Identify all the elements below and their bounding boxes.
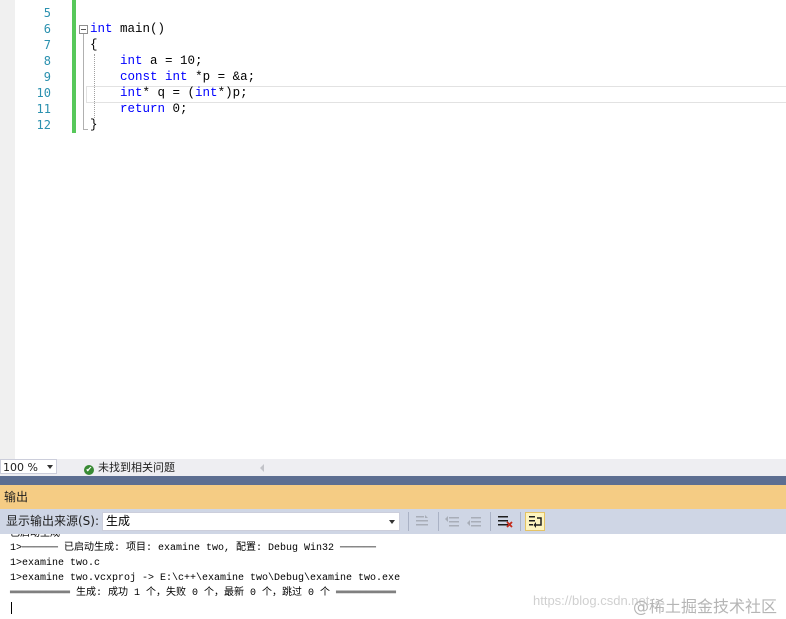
code-keyword: int — [120, 54, 143, 68]
toolbar-separator — [408, 512, 409, 531]
toggle-word-wrap-icon — [529, 516, 542, 528]
change-tracking-bar — [72, 0, 76, 133]
line-number: 12 — [36, 118, 51, 132]
text-caret — [11, 602, 12, 614]
code-keyword: const — [120, 70, 158, 84]
code-line[interactable]: const int *p = &a; — [90, 69, 786, 85]
line-number: 5 — [43, 6, 51, 20]
check-circle-icon: ✔ — [84, 465, 94, 475]
code-token: main() — [112, 22, 166, 36]
watermark-text: @稀土掘金技术社区 — [633, 597, 778, 616]
toolbar-separator — [438, 512, 439, 531]
toolbar-separator — [490, 512, 491, 531]
code-keyword: int — [90, 22, 113, 36]
panel-splitter[interactable] — [0, 476, 786, 485]
watermark-url: https://blog.csdn.net — [533, 593, 650, 608]
output-line: 已启动生成 — [10, 534, 60, 540]
code-line[interactable]: return 0; — [90, 101, 786, 117]
code-token: * q = ( — [142, 86, 196, 100]
go-to-previous-icon — [445, 516, 459, 527]
code-line[interactable]: int* q = (int*)p; — [90, 85, 786, 101]
toggle-word-wrap-button[interactable] — [525, 512, 545, 531]
code-line[interactable]: { — [90, 37, 786, 53]
clear-all-button[interactable] — [495, 512, 515, 531]
glyph-margin — [0, 0, 15, 459]
issues-indicator[interactable]: ✔ 未找到相关问题 — [84, 459, 175, 476]
go-to-next-icon — [467, 517, 481, 527]
toolbar-separator — [520, 512, 521, 531]
outline-guide — [83, 34, 84, 130]
editor-status-bar: 100 % ✔ 未找到相关问题 — [0, 459, 786, 476]
code-token: a = 10; — [142, 54, 203, 68]
output-source-select[interactable]: 生成 — [102, 512, 400, 531]
output-source-value: 生成 — [106, 514, 131, 528]
clear-all-icon — [498, 516, 513, 528]
output-panel-title[interactable]: 输出 — [0, 485, 786, 509]
code-text-area[interactable]: int main(){ int a = 10; const int *p = &… — [90, 5, 786, 133]
code-line[interactable]: int a = 10; — [90, 53, 786, 69]
code-token: { — [90, 38, 98, 52]
output-toolbar: 显示输出来源(S): 生成 — [0, 509, 786, 534]
output-line: 1>────── 已启动生成: 项目: examine two, 配置: Deb… — [10, 543, 377, 554]
code-token: *)p; — [217, 86, 248, 100]
collapse-toggle-icon[interactable] — [79, 25, 88, 34]
line-number: 11 — [36, 102, 51, 116]
scroll-left-icon[interactable] — [260, 464, 264, 472]
line-number: 8 — [43, 54, 51, 68]
chevron-down-icon — [47, 465, 53, 469]
line-number: 6 — [43, 22, 51, 36]
go-to-previous-button[interactable] — [443, 512, 463, 531]
zoom-value: 100 % — [3, 461, 38, 474]
code-keyword: int — [120, 86, 143, 100]
code-token: } — [90, 118, 98, 132]
code-line[interactable] — [90, 5, 786, 21]
line-number: 10 — [36, 86, 51, 100]
output-line: 1>examine two.vcxproj -> E:\c++\examine … — [10, 573, 401, 584]
outline-guide-end — [83, 129, 88, 130]
issues-text: 未找到相关问题 — [98, 461, 175, 474]
zoom-dropdown[interactable]: 100 % — [0, 459, 57, 474]
code-token: *p = &a; — [187, 70, 256, 84]
chevron-down-icon — [389, 520, 395, 524]
code-keyword: int — [195, 86, 218, 100]
output-text-area[interactable]: 已启动生成 1>────── 已启动生成: 项目: examine two, 配… — [0, 534, 786, 619]
line-number: 9 — [43, 70, 51, 84]
find-in-output-icon — [416, 515, 428, 526]
code-line[interactable]: } — [90, 117, 786, 133]
code-keyword: int — [165, 70, 188, 84]
line-number: 7 — [43, 38, 51, 52]
code-token: 0; — [165, 102, 188, 116]
code-line[interactable]: int main() — [90, 21, 786, 37]
code-editor[interactable]: 5 6 7 8 9 10 11 12 int main(){ int a = 10; cons… — [0, 0, 786, 459]
go-to-next-button[interactable] — [465, 512, 485, 531]
output-source-label: 显示输出来源(S): — [6, 514, 100, 528]
find-in-output-button[interactable] — [413, 512, 433, 531]
output-line: ══════════ 生成: 成功 1 个，失败 0 个，最新 0 个，跳过 0… — [10, 588, 397, 599]
code-keyword: return — [120, 102, 166, 116]
output-line: 1>examine two.c — [10, 558, 101, 569]
line-number-gutter: 5 6 7 8 9 10 11 12 — [15, 5, 51, 133]
